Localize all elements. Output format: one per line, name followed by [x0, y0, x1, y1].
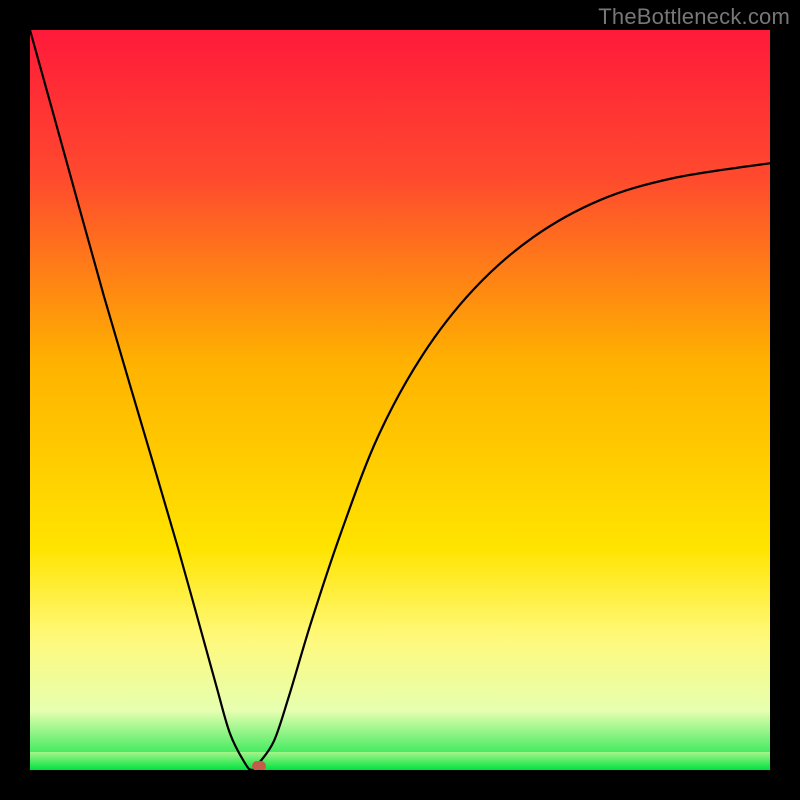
plot-area: [30, 30, 770, 770]
curve-svg: [30, 30, 770, 770]
watermark-text: TheBottleneck.com: [598, 4, 790, 30]
min-marker: [252, 761, 266, 770]
bottleneck-curve: [30, 30, 770, 770]
chart-frame: TheBottleneck.com: [0, 0, 800, 800]
